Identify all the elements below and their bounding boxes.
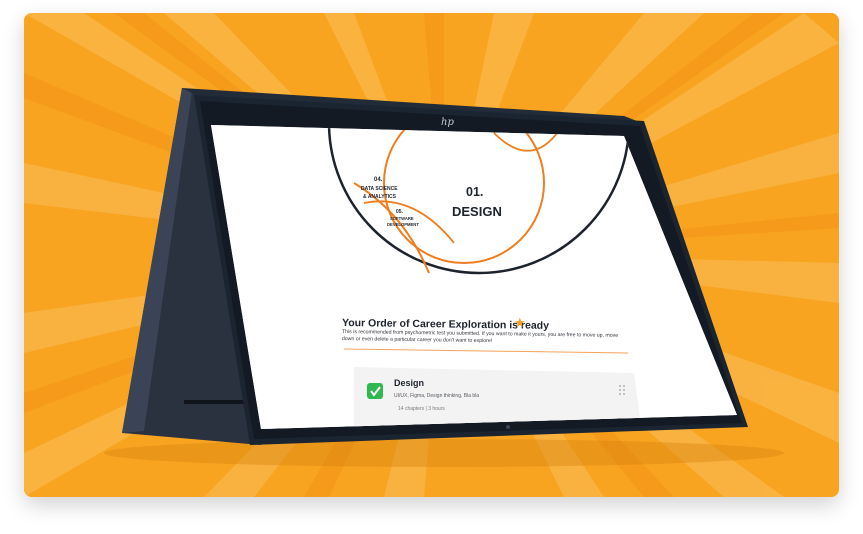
hero-banner: 01. DESIGN 04. DATA SCIENCE & ANALYTICS … [24, 13, 839, 497]
wheel-center-label: DESIGN [452, 204, 502, 219]
segment-04-label-1: DATA SCIENCE [361, 186, 398, 192]
course-meta: 14 chapters | 3 hours [398, 406, 445, 412]
hp-logo: hp [441, 117, 454, 128]
ready-description: This is recommended from psychometric te… [341, 329, 619, 345]
segment-04-number: 04. [374, 177, 383, 183]
segment-05-label-2: DEVELOPMENT [387, 222, 419, 227]
check-icon[interactable] [367, 383, 383, 399]
wheel-center-number: 01. [466, 185, 483, 199]
course-card-design[interactable]: Design UI/UX, Figma, Design thinking, Bl… [354, 367, 642, 433]
segment-05-label-1: SOFTWARE [390, 216, 414, 221]
course-name: Design [394, 378, 424, 388]
screen-content: 01. DESIGN 04. DATA SCIENCE & ANALYTICS … [211, 117, 737, 433]
segment-04-label-2: & ANALYTICS [363, 194, 397, 200]
star-icon: ★ [514, 316, 526, 331]
segment-05-number: 05. [396, 209, 404, 215]
course-tags: UI/UX, Figma, Design thinking, Bla bla [394, 393, 479, 399]
